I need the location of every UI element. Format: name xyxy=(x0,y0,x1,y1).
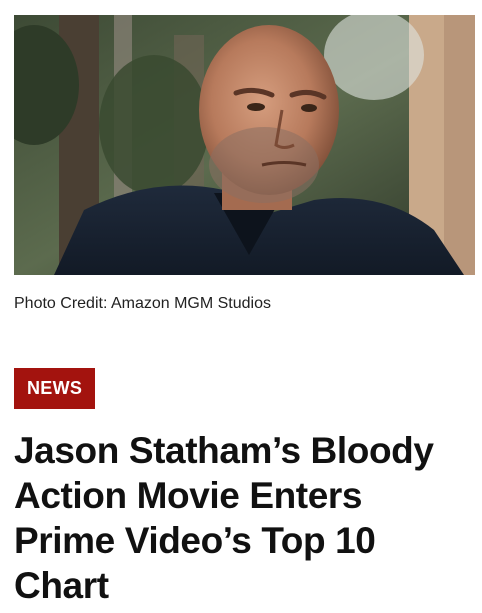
article-headline[interactable]: Jason Statham’s Bloody Action Movie Ente… xyxy=(14,428,469,608)
hero-photo-illustration xyxy=(14,15,475,275)
photo-credit: Photo Credit: Amazon MGM Studios xyxy=(14,295,271,312)
hero-image[interactable] xyxy=(14,15,475,275)
category-tag-news[interactable]: NEWS xyxy=(14,368,96,409)
